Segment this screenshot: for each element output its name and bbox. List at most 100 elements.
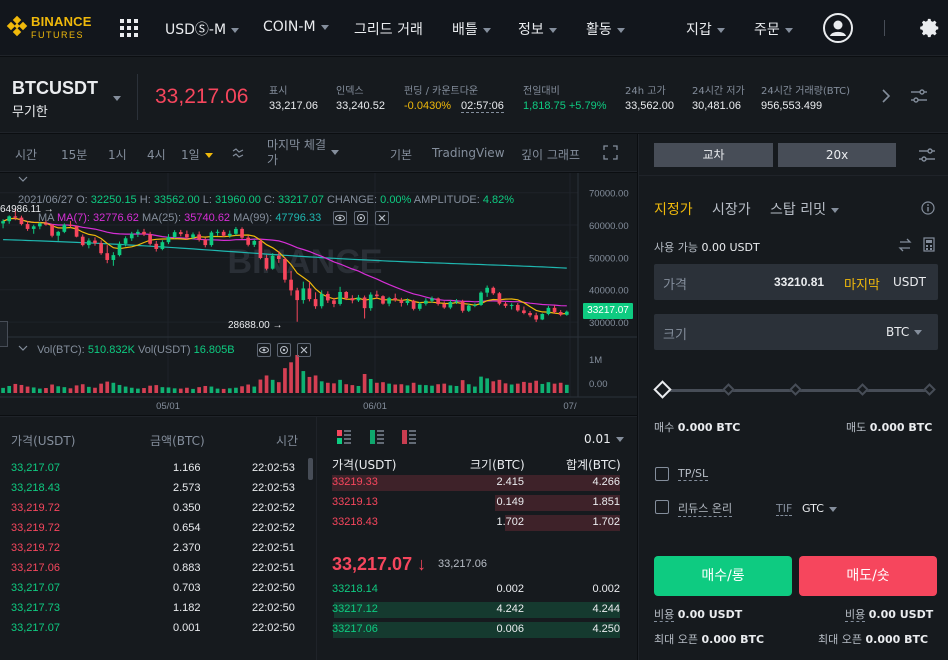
precision-select[interactable]: 0.01 — [584, 432, 624, 446]
orderbook-price: 33219.33 — [332, 476, 378, 488]
ask-row[interactable]: 33218.43 1.702 1.702 — [330, 515, 620, 531]
slider-mark-75[interactable] — [856, 383, 869, 396]
close-icon[interactable] — [297, 343, 311, 357]
apps-grid-icon[interactable] — [120, 19, 138, 37]
volume-bar — [178, 388, 183, 393]
sell-short-button[interactable]: 매도/숏 — [799, 556, 937, 596]
size-input[interactable]: 크기 BTC — [654, 314, 938, 350]
nav-activity[interactable]: 활동 — [586, 19, 625, 39]
tif-label: TIF — [776, 502, 793, 516]
chevron-down-icon[interactable] — [331, 150, 339, 155]
user-avatar-icon[interactable] — [823, 13, 853, 43]
indicator-icon[interactable] — [232, 147, 244, 162]
sliders-icon[interactable] — [918, 147, 936, 166]
nav-usds-m[interactable]: USDⓈ-M — [165, 19, 240, 39]
eye-icon[interactable] — [257, 343, 271, 357]
tif-select[interactable]: GTC — [802, 502, 837, 515]
volume-bar — [393, 384, 398, 393]
cost-buy: 비용 0.00 USDT — [654, 608, 743, 622]
info-icon[interactable] — [921, 201, 935, 218]
settings-icon[interactable] — [354, 211, 368, 225]
size-slider[interactable] — [653, 380, 940, 400]
logo-text[interactable]: BINANCE — [31, 14, 92, 29]
reduce-only-checkbox[interactable] — [655, 500, 669, 514]
buy-long-button[interactable]: 매수/롱 — [654, 556, 792, 596]
price-input[interactable]: 가격 33210.81 마지막 USDT — [654, 264, 938, 300]
slider-handle[interactable] — [653, 380, 672, 399]
tab-stop-limit[interactable]: 스탑 리밋 — [770, 199, 839, 219]
sliders-icon[interactable] — [910, 88, 928, 107]
interval-4h[interactable]: 4시 — [147, 146, 166, 163]
nav-info[interactable]: 정보 — [518, 19, 557, 39]
size-unit-select[interactable]: BTC — [886, 325, 923, 339]
margin-mode-button[interactable]: 교차 — [654, 143, 773, 167]
slider-mark-25[interactable] — [722, 383, 735, 396]
tab-limit[interactable]: 지정가 — [654, 199, 693, 219]
symbol-name[interactable]: BTCUSDT — [12, 78, 98, 99]
interval-1d[interactable]: 1일 — [181, 146, 213, 163]
ask-row[interactable]: 33219.33 2.415 4.266 — [330, 475, 620, 491]
candle-body — [93, 240, 97, 244]
ask-row[interactable]: 33219.13 0.149 1.851 — [330, 495, 620, 511]
bid-row[interactable]: 33217.06 0.006 4.250 — [330, 622, 620, 638]
collapse-toggle-icon[interactable] — [0, 321, 8, 347]
trades-time-header: 시간 — [276, 434, 299, 448]
fullscreen-icon[interactable] — [603, 145, 618, 163]
orderbook-asks-icon[interactable] — [401, 429, 417, 448]
settings-icon[interactable] — [277, 343, 291, 357]
interval-time[interactable]: 시간 — [15, 146, 37, 163]
trade-row: 33,217.07 0.001 22:02:50 — [0, 622, 310, 642]
funding-countdown: 02:57:06 — [461, 100, 504, 113]
interval-1h[interactable]: 1시 — [108, 146, 127, 163]
chevron-down-icon[interactable] — [18, 345, 28, 353]
chart-mode-tradingview[interactable]: TradingView — [432, 146, 505, 160]
binance-logo-icon[interactable] — [6, 15, 28, 37]
orderbook-both-icon[interactable] — [336, 429, 352, 448]
nav-battle[interactable]: 배틀 — [452, 19, 491, 39]
candle-body — [276, 255, 281, 259]
orderbook-bids-icon[interactable] — [369, 429, 385, 448]
leverage-button[interactable]: 20x — [778, 143, 896, 167]
trade-row: 33,217.07 1.166 22:02:53 — [0, 462, 310, 482]
tab-market[interactable]: 시장가 — [712, 199, 751, 219]
symbol-dropdown-icon[interactable] — [113, 96, 121, 101]
volume-bar — [344, 384, 349, 393]
settings-gear-icon[interactable] — [919, 17, 941, 39]
chart-panel[interactable]: 70000.00 60000.00 50000.00 40000.00 30000.00… — [0, 173, 637, 415]
last-price-button[interactable]: 마지막 — [844, 274, 880, 293]
nav-orders[interactable]: 주문 — [754, 19, 793, 39]
eye-icon[interactable] — [333, 211, 347, 225]
bid-row[interactable]: 33218.14 0.002 0.002 — [330, 582, 620, 598]
price-input-value[interactable]: 33210.81 — [774, 275, 824, 289]
trade-time: 22:02:52 — [252, 522, 295, 534]
volume-value: 956,553.499 — [761, 100, 823, 112]
nav-wallet[interactable]: 지갑 — [686, 19, 725, 39]
panel-divider — [639, 175, 948, 176]
trades-price-header: 가격(USDT) — [11, 434, 76, 448]
chevron-up-icon[interactable] — [18, 176, 28, 187]
chevron-right-icon[interactable] — [880, 88, 892, 107]
interval-15m[interactable]: 15분 — [61, 146, 87, 163]
volume-label: 24시간 거래량(BTC) — [761, 86, 851, 97]
nav-coin-m[interactable]: COIN-M — [263, 19, 329, 35]
slider-mark-100[interactable] — [923, 383, 936, 396]
chevron-down-icon — [482, 27, 491, 33]
cost-sell: 비용 0.00 USDT — [845, 608, 934, 622]
candle-body — [289, 279, 293, 291]
price-type-select[interactable]: 마지막 체결가 — [267, 138, 327, 168]
nav-grid-trade[interactable]: 그리드 거래 — [354, 19, 423, 39]
close-icon[interactable] — [375, 211, 389, 225]
logo-subtext: FUTURES — [31, 30, 84, 40]
chart-mode-depth[interactable]: 깊이 그래프 — [521, 146, 580, 163]
candlestick-chart[interactable]: 70000.00 60000.00 50000.00 40000.00 30000.00… — [0, 173, 637, 415]
orderbook-size-header: 크기(BTC) — [470, 458, 525, 472]
transfer-icon[interactable] — [898, 238, 912, 255]
slider-mark-50[interactable] — [789, 383, 802, 396]
trade-price: 33,217.07 — [11, 582, 60, 594]
tpsl-checkbox[interactable] — [655, 467, 669, 481]
calculator-icon[interactable] — [923, 237, 935, 255]
volume-bar — [215, 388, 220, 393]
volume-bar — [142, 388, 146, 393]
bid-row[interactable]: 33217.12 4.242 4.244 — [330, 602, 620, 618]
chart-mode-basic[interactable]: 기본 — [390, 146, 412, 163]
